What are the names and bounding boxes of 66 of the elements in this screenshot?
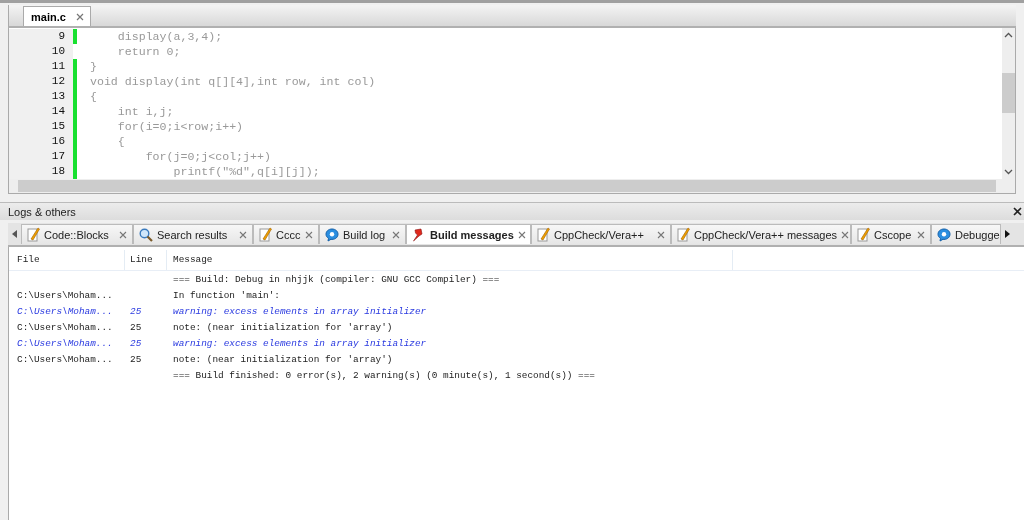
line-cell: 25 bbox=[130, 305, 142, 317]
code-line: int i,j; bbox=[116, 105, 174, 118]
code-line: printf("%d",q[i][j]); bbox=[172, 165, 320, 178]
log-tab[interactable]: Build messages bbox=[406, 224, 531, 244]
vertical-scrollbar[interactable] bbox=[1002, 28, 1015, 179]
file-tab[interactable]: main.c bbox=[23, 6, 91, 26]
pencil-icon bbox=[677, 227, 690, 242]
chat-bubble-icon bbox=[937, 227, 951, 242]
file-cell: C:\Users\Moham... bbox=[17, 321, 113, 333]
line-number: 15 bbox=[9, 119, 73, 134]
line-number: 10 bbox=[9, 44, 73, 59]
panel-title: Logs & others bbox=[8, 205, 76, 218]
file-cell: C:\Users\Moham... bbox=[17, 305, 113, 317]
log-tab[interactable]: CppCheck/Vera++ bbox=[531, 224, 671, 244]
code-line: for(j=0;j<col;j++) bbox=[144, 150, 271, 163]
message-cell: note: (near initialization for 'array') bbox=[173, 321, 393, 333]
line-number: 18 bbox=[9, 164, 73, 179]
chat-bubble-icon bbox=[325, 227, 339, 242]
pushpin-icon bbox=[412, 227, 426, 242]
log-tab[interactable]: Search results bbox=[133, 224, 253, 244]
file-cell: C:\Users\Moham... bbox=[17, 289, 113, 301]
line-cell: 25 bbox=[130, 337, 142, 349]
search-icon bbox=[139, 227, 153, 242]
file-cell: C:\Users\Moham... bbox=[17, 353, 113, 365]
message-cell: === Build finished: 0 error(s), 2 warning(s) (0 minute(s), 1 second(s)) === bbox=[173, 369, 595, 381]
message-cell: note: (near initialization for 'array') bbox=[173, 353, 393, 365]
line-number: 16 bbox=[9, 134, 73, 149]
log-tab[interactable]: Cccc bbox=[253, 224, 319, 244]
file-cell: C:\Users\Moham... bbox=[17, 337, 113, 349]
code-line: return 0; bbox=[116, 45, 181, 58]
pencil-icon bbox=[537, 227, 550, 242]
line-number: 9 bbox=[9, 29, 73, 44]
line-cell: 25 bbox=[130, 353, 142, 365]
log-tab[interactable]: Debugge bbox=[931, 224, 1001, 244]
horizontal-scrollbar[interactable] bbox=[9, 179, 1015, 193]
code-line: display(a,3,4); bbox=[116, 30, 223, 43]
log-tab[interactable]: Cscope bbox=[851, 224, 931, 244]
line-number: 12 bbox=[9, 74, 73, 89]
line-cell: 25 bbox=[130, 321, 142, 333]
column-header[interactable]: File bbox=[9, 250, 125, 270]
column-header[interactable]: Line bbox=[125, 250, 167, 270]
message-cell: In function 'main': bbox=[173, 289, 280, 301]
message-cell: warning: excess elements in array initializer bbox=[173, 305, 427, 317]
log-tab[interactable]: CppCheck/Vera++ messages bbox=[671, 224, 851, 244]
message-cell: warning: excess elements in array initializer bbox=[173, 337, 427, 349]
close-icon[interactable] bbox=[1013, 207, 1022, 216]
line-number: 11 bbox=[9, 59, 73, 74]
log-tab[interactable]: Build log bbox=[319, 224, 406, 244]
code-line: { bbox=[89, 90, 97, 103]
scroll-right-icon[interactable] bbox=[1005, 230, 1010, 238]
pencil-icon bbox=[27, 227, 40, 242]
code-line: void display(int q[][4],int row, int col) bbox=[89, 75, 376, 88]
scroll-up-icon[interactable] bbox=[1004, 32, 1013, 38]
message-cell: === Build: Debug in nhjjk (compiler: GNU GCC Compiler) === bbox=[173, 273, 500, 285]
pencil-icon bbox=[259, 227, 272, 242]
line-number: 17 bbox=[9, 149, 73, 164]
log-tab[interactable]: Code::Blocks bbox=[21, 224, 133, 244]
scroll-down-icon[interactable] bbox=[1004, 169, 1013, 175]
line-number: 13 bbox=[9, 89, 73, 104]
code-line: { bbox=[116, 135, 125, 148]
code-line: } bbox=[89, 60, 97, 73]
scroll-left-icon[interactable] bbox=[12, 230, 17, 238]
column-header[interactable]: Message bbox=[167, 250, 733, 270]
line-number: 14 bbox=[9, 104, 73, 119]
code-line: for(i=0;i<row;i++) bbox=[116, 120, 244, 133]
pencil-icon bbox=[857, 227, 870, 242]
